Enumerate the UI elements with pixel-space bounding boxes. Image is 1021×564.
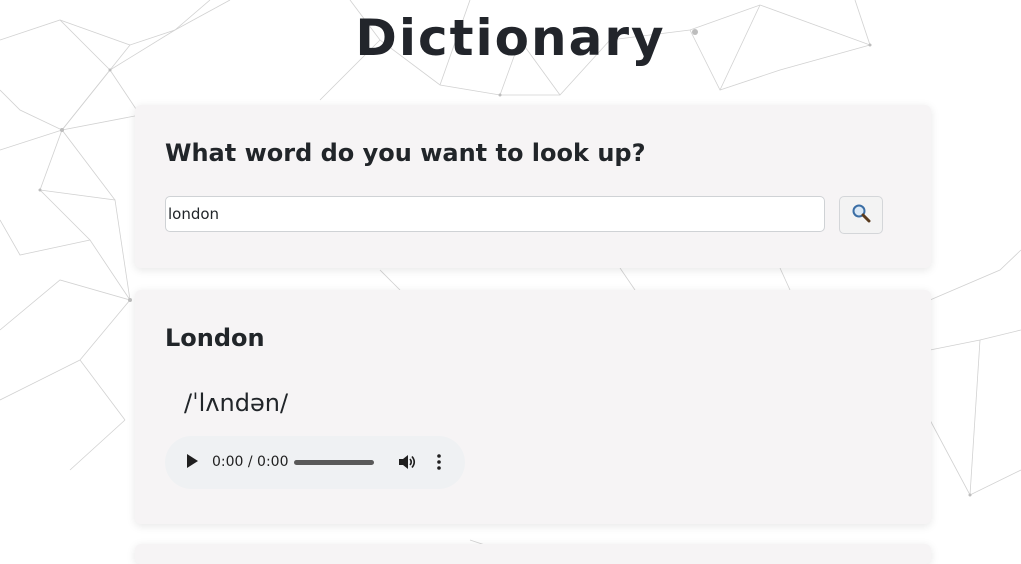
phonetic-text: /ˈlʌndən/ [184, 389, 289, 417]
next-result-card [135, 544, 931, 564]
search-card: What word do you want to look up? [135, 105, 931, 268]
audio-time: 0:00 / 0:00 [212, 454, 289, 470]
more-vert-icon [431, 454, 447, 475]
audio-progress-slider[interactable] [294, 460, 374, 465]
magnifier-icon [851, 203, 871, 227]
search-button[interactable] [839, 196, 883, 234]
page-title: Dictionary [355, 9, 666, 67]
search-question: What word do you want to look up? [165, 139, 646, 167]
result-word: London [165, 324, 265, 352]
result-card: London /ˈlʌndən/ 0:00 / 0:00 [135, 290, 931, 524]
play-icon [186, 453, 198, 472]
play-button[interactable] [185, 453, 199, 472]
volume-icon [398, 455, 416, 475]
search-input[interactable] [165, 196, 825, 232]
audio-player: 0:00 / 0:00 [165, 436, 465, 489]
volume-button[interactable] [398, 453, 416, 471]
audio-menu-button[interactable] [431, 453, 447, 471]
